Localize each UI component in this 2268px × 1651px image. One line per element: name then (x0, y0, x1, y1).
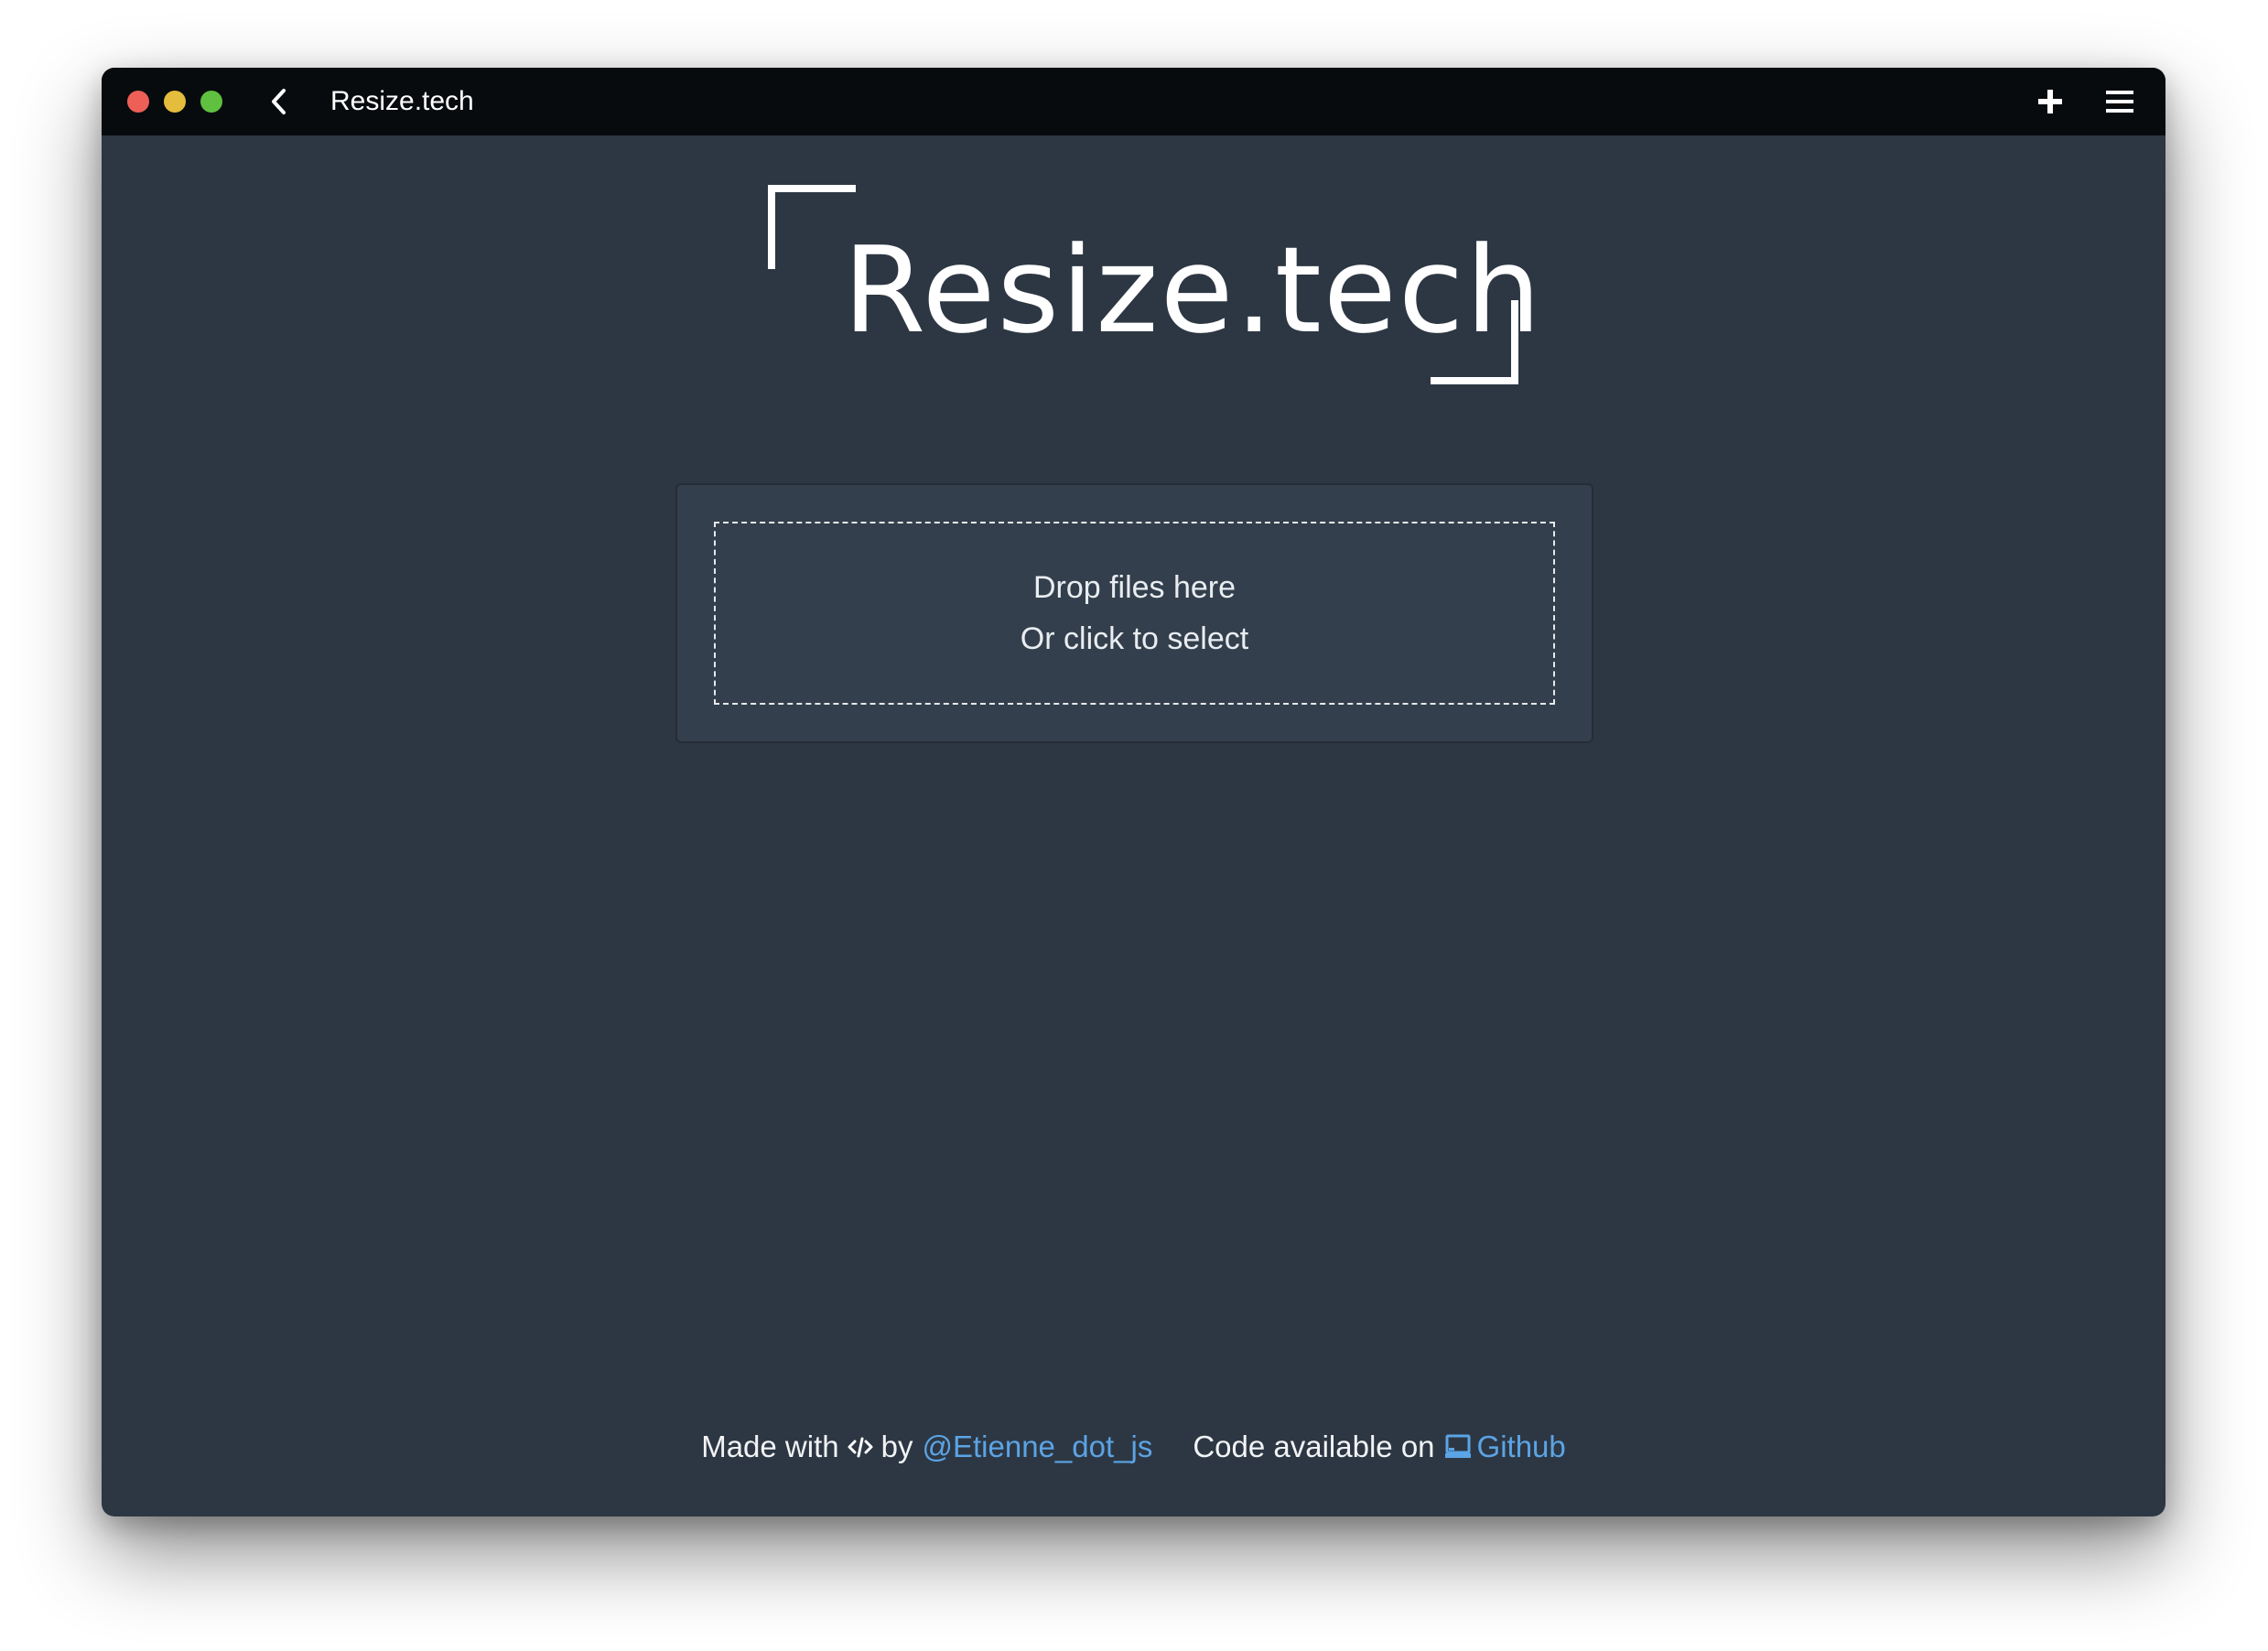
chevron-left-icon[interactable] (265, 83, 292, 120)
footer-by: by (880, 1430, 913, 1463)
code-icon (847, 1435, 874, 1459)
title-bar-actions (1999, 68, 2138, 135)
app-logo: Resize.tech (768, 185, 1541, 384)
laptop-icon (1444, 1433, 1472, 1461)
minimize-window-button[interactable] (164, 91, 186, 113)
logo-bracket-bottom-right (1431, 300, 1518, 384)
title-bar: Resize.tech (102, 68, 2165, 135)
file-dropzone[interactable]: Drop files here Or click to select (714, 522, 1555, 705)
dropzone-card: Drop files here Or click to select (675, 483, 1593, 743)
close-window-button[interactable] (127, 91, 149, 113)
window-title: Resize.tech (330, 86, 474, 116)
plus-icon[interactable] (2032, 83, 2068, 120)
dropzone-click-text: Or click to select (1020, 621, 1249, 656)
footer-made-with: Made with (701, 1430, 839, 1463)
hamburger-menu-icon[interactable] (2101, 83, 2138, 120)
browser-window: Resize.tech Resize.tech Drop files here … (102, 68, 2165, 1516)
traffic-lights (127, 91, 237, 113)
footer-code-available: Code available on (1193, 1430, 1435, 1463)
github-link[interactable]: Github (1477, 1430, 1566, 1464)
author-link[interactable]: @Etienne_dot_js (922, 1430, 1152, 1464)
footer: Made with by @Etienne_dot_js Code availa… (102, 1430, 2165, 1464)
maximize-window-button[interactable] (200, 91, 222, 113)
dropzone-drop-text: Drop files here (1032, 570, 1237, 605)
